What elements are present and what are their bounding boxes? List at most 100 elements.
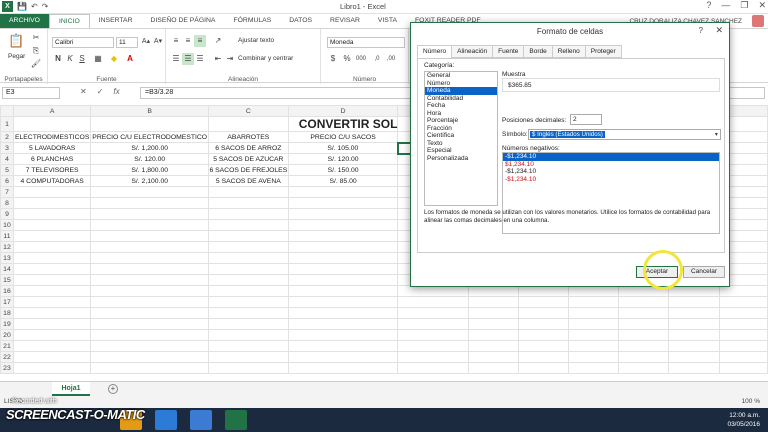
align-center-icon[interactable]: ☰ <box>182 53 194 65</box>
minimize-icon[interactable]: — <box>721 0 730 11</box>
table-cell[interactable]: S/. 150.00 <box>287 164 399 176</box>
close-icon[interactable]: ✕ <box>758 0 766 11</box>
cut-icon[interactable]: ✂ <box>30 32 42 44</box>
table-cell[interactable]: 5 LAVADORAS <box>12 142 92 154</box>
category-item[interactable]: Texto <box>425 140 497 148</box>
table-cell[interactable]: 7 TELEVISORES <box>12 164 92 176</box>
align-right-icon[interactable]: ☰ <box>194 53 206 65</box>
table-cell[interactable]: 5 SACOS DE AZUCAR <box>207 153 289 165</box>
tab-archivo[interactable]: ARCHIVO <box>0 14 49 28</box>
shrink-font-icon[interactable]: A▾ <box>152 36 164 48</box>
align-left-icon[interactable]: ☰ <box>170 53 182 65</box>
select-all[interactable] <box>0 105 14 117</box>
dialog-close-icon[interactable]: ✕ <box>715 25 723 36</box>
enter-icon[interactable]: ✓ <box>97 87 104 96</box>
tab-datos[interactable]: DATOS <box>280 14 321 28</box>
dialog-help-icon[interactable]: ? <box>699 26 703 35</box>
align-bottom-icon[interactable]: ≡ <box>194 35 206 47</box>
add-sheet-icon[interactable]: + <box>108 384 118 394</box>
row-header[interactable]: 3 <box>0 142 14 154</box>
negative-item[interactable]: -$1,234.10 <box>503 168 719 176</box>
avatar[interactable] <box>752 15 764 27</box>
font-size-select[interactable]: 11 <box>116 37 138 48</box>
font-color-icon[interactable]: A <box>124 53 136 65</box>
grow-font-icon[interactable]: A▴ <box>140 36 152 48</box>
sheet-tab-hoja1[interactable]: Hoja1 <box>52 382 90 396</box>
insert-function-icon[interactable]: fx <box>113 87 119 96</box>
zoom-level[interactable]: 100 % <box>742 398 760 405</box>
column-header-b[interactable]: B <box>90 105 209 117</box>
category-item[interactable]: Porcentaje <box>425 117 497 125</box>
row-header[interactable]: 6 <box>0 175 14 187</box>
category-item[interactable]: Científica <box>425 132 497 140</box>
italic-button[interactable]: K <box>64 53 76 65</box>
paste-label[interactable]: Pegar <box>8 53 25 60</box>
row-header[interactable]: 4 <box>0 153 14 165</box>
name-box[interactable]: E3 <box>2 87 60 99</box>
category-list[interactable]: General Número Moneda Contabilidad Fecha… <box>424 71 498 206</box>
excel-taskbar-icon[interactable] <box>225 410 247 430</box>
tab-numero[interactable]: Número <box>417 45 453 58</box>
increase-decimal-button[interactable]: ,0 <box>371 53 383 65</box>
row-header[interactable]: 5 <box>0 164 14 176</box>
cell[interactable] <box>207 116 289 132</box>
category-item[interactable]: General <box>425 72 497 80</box>
header-cell[interactable]: PRECIO C/U ELECTRODOMESTICO <box>90 131 209 143</box>
paste-icon[interactable]: 📋 <box>8 34 24 47</box>
decrease-decimal-button[interactable]: ,00 <box>385 53 397 65</box>
currency-icon[interactable]: $ <box>327 53 339 65</box>
tab-proteger[interactable]: Proteger <box>584 45 622 58</box>
negative-item[interactable]: -$1,234.10 <box>503 176 719 184</box>
font-name-select[interactable]: Calibri <box>52 37 114 48</box>
category-item[interactable]: Hora <box>425 110 497 118</box>
tab-borde[interactable]: Borde <box>523 45 553 58</box>
cell[interactable] <box>90 116 209 132</box>
wrap-text-button[interactable]: Ajustar texto <box>238 37 274 44</box>
merge-center-button[interactable]: Combinar y centrar <box>238 55 293 62</box>
cell[interactable] <box>12 116 92 132</box>
fill-color-icon[interactable]: ◆ <box>108 53 120 65</box>
category-item[interactable]: Personalizada <box>425 155 497 163</box>
header-cell[interactable]: PRECIO C/U SACOS <box>287 131 399 143</box>
table-cell[interactable]: S/. 85.00 <box>287 175 399 187</box>
column-header-d[interactable]: D <box>287 105 399 117</box>
category-item[interactable]: Número <box>425 80 497 88</box>
symbol-select[interactable]: $ Inglés (Estados Unidos) ▾ <box>528 129 721 140</box>
redo-icon[interactable]: ↷ <box>42 2 49 11</box>
row-header[interactable]: 1 <box>0 116 14 132</box>
table-cell[interactable]: 4 COMPUTADORAS <box>12 175 92 187</box>
category-item[interactable]: Especial <box>425 147 497 155</box>
help-icon[interactable]: ? <box>706 0 711 11</box>
chevron-down-icon[interactable]: ▾ <box>715 130 718 139</box>
table-cell[interactable]: 6 SACOS DE ARROZ <box>207 142 289 154</box>
underline-button[interactable]: S <box>76 53 88 65</box>
increase-indent-icon[interactable]: ⇥ <box>224 53 236 65</box>
bold-button[interactable]: N <box>52 53 64 65</box>
restore-icon[interactable]: ❐ <box>740 0 748 11</box>
tab-fuente[interactable]: Fuente <box>492 45 525 58</box>
table-cell[interactable]: S/. 120.00 <box>90 153 209 165</box>
undo-icon[interactable]: ↶ <box>31 2 38 11</box>
category-item[interactable]: Fracción <box>425 125 497 133</box>
save-icon[interactable]: 💾 <box>17 2 27 11</box>
cancel-icon[interactable]: ✕ <box>80 87 87 96</box>
percent-button[interactable]: % <box>341 53 353 65</box>
taskbar-clock[interactable]: 12:00 a.m. 03/05/2016 <box>727 411 760 429</box>
negative-item[interactable]: $1,234.10 <box>503 161 719 169</box>
format-painter-icon[interactable]: 🖌 <box>30 58 42 70</box>
table-cell[interactable]: S/. 1,800.00 <box>90 164 209 176</box>
category-item-selected[interactable]: Moneda <box>425 87 497 95</box>
cancel-button[interactable]: Cancelar <box>683 266 725 278</box>
column-header-a[interactable]: A <box>12 105 92 117</box>
number-format-select[interactable]: Moneda <box>327 37 405 48</box>
tab-diseno[interactable]: DISEÑO DE PÁGINA <box>142 14 225 28</box>
tab-formulas[interactable]: FÓRMULAS <box>224 14 280 28</box>
table-cell[interactable]: S/. 105.00 <box>287 142 399 154</box>
tab-relleno[interactable]: Relleno <box>551 45 586 58</box>
tab-insertar[interactable]: INSERTAR <box>90 14 142 28</box>
row-header[interactable]: 2 <box>0 131 14 143</box>
tab-alineacion[interactable]: Alineación <box>451 45 494 58</box>
chrome-icon[interactable] <box>155 410 177 430</box>
tab-inicio[interactable]: INICIO <box>48 14 90 28</box>
column-header-c[interactable]: C <box>207 105 289 117</box>
